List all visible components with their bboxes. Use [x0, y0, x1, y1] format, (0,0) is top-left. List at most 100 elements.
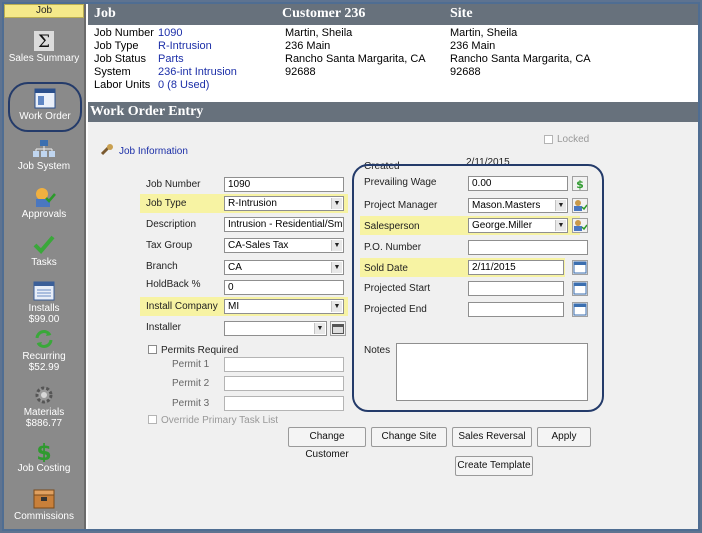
- sidebar-item-job-system[interactable]: Job System: [4, 134, 84, 182]
- sales-reversal-button[interactable]: Sales Reversal: [452, 427, 532, 447]
- field-key: Labor Units: [94, 79, 151, 91]
- chevron-down-icon[interactable]: ▼: [331, 198, 342, 209]
- sidebar-item-materials[interactable]: Materials $886.77: [4, 380, 84, 429]
- tax-group-label: Tax Group: [146, 240, 193, 251]
- site-address: Martin, Sheila 236 Main Rancho Santa Mar…: [450, 27, 591, 79]
- installs-icon: [33, 281, 55, 301]
- job-type-select[interactable]: R-Intrusion ▼: [224, 196, 344, 211]
- installer-label: Installer: [146, 322, 182, 333]
- sidebar-item-tasks[interactable]: Tasks: [4, 230, 84, 278]
- sidebar-item-label: Approvals: [21, 209, 67, 220]
- create-template-button[interactable]: Create Template: [455, 456, 533, 476]
- job-number-field[interactable]: 1090: [224, 177, 344, 192]
- field-key: Job Type: [94, 40, 139, 52]
- sidebar-item-installs[interactable]: Installs $99.00: [4, 276, 84, 325]
- customer-city: Rancho Santa Margarita, CA: [285, 53, 426, 65]
- work-order-icon: [34, 88, 56, 109]
- field-key: Job Number: [94, 27, 154, 39]
- sidebar-item-label: Work Order: [19, 111, 71, 122]
- sidebar-item-label: Commissions: [13, 511, 74, 522]
- site-section-title: Site: [450, 6, 473, 21]
- window-frame: Job Σ Sales Summary Work Order Job Syste…: [2, 2, 700, 531]
- customer-street: 236 Main: [285, 40, 331, 52]
- holdback-label: HoldBack %: [146, 279, 201, 290]
- system-row: System 236-int Intrusion: [94, 66, 237, 79]
- select-value: CA-Sales Tax: [228, 240, 289, 251]
- permit-3-label: Permit 3: [172, 398, 210, 409]
- locked-checkbox[interactable]: [544, 135, 553, 144]
- work-order-title: Work Order Entry: [88, 102, 698, 122]
- sidebar-item-label: Recurring: [22, 351, 66, 362]
- field-key: Job Status: [94, 53, 146, 65]
- sidebar-item-sales-summary[interactable]: Σ Sales Summary: [4, 26, 84, 74]
- sidebar-item-label: Tasks: [31, 257, 57, 268]
- sidebar: Job Σ Sales Summary Work Order Job Syste…: [4, 4, 86, 529]
- field-value: 0 (8 Used): [158, 79, 210, 91]
- chevron-down-icon[interactable]: ▼: [331, 262, 342, 273]
- permits-required-label: Permits Required: [161, 345, 239, 356]
- sidebar-item-label: Job System: [17, 161, 71, 172]
- permit-1-field[interactable]: [224, 357, 344, 372]
- job-number-row: Job Number 1090: [94, 27, 182, 40]
- sidebar-item-label: Sales Summary: [8, 53, 80, 64]
- job-status-row: Job Status Parts: [94, 53, 184, 66]
- apply-button[interactable]: Apply: [537, 427, 591, 447]
- override-checkbox[interactable]: [148, 415, 157, 424]
- chevron-down-icon[interactable]: ▼: [331, 240, 342, 251]
- job-information-link[interactable]: Job Information: [119, 146, 188, 157]
- permit-2-field[interactable]: [224, 376, 344, 391]
- permits-required-checkbox[interactable]: [148, 345, 157, 354]
- job-header: Job Customer 236 Site Job Number 1090 Job…: [88, 4, 698, 94]
- install-company-label: Install Company: [146, 301, 218, 312]
- dollar-icon: $: [36, 441, 51, 462]
- gear-icon: [35, 386, 53, 404]
- field-key: System: [94, 66, 131, 78]
- field-value: 1090: [158, 27, 183, 39]
- override-label: Override Primary Task List: [161, 415, 279, 426]
- sigma-icon: Σ: [34, 31, 54, 52]
- job-system-icon: [33, 140, 55, 157]
- field-value: R-Intrusion: [158, 40, 212, 52]
- sidebar-item-commissions[interactable]: Commissions: [4, 484, 84, 529]
- work-order-panel: Locked Job Information Created 2/11/2015…: [88, 122, 698, 529]
- description-field[interactable]: Intrusion - Residential/Small Co: [224, 217, 344, 232]
- svg-text:Σ: Σ: [38, 32, 50, 52]
- select-value: MI: [228, 301, 240, 312]
- labor-units-row: Labor Units 0 (8 Used): [94, 79, 209, 92]
- select-value: R-Intrusion: [228, 198, 277, 209]
- job-number-label: Job Number: [146, 179, 201, 190]
- branch-select[interactable]: CA ▼: [224, 260, 344, 275]
- checkmark-icon: [33, 235, 55, 254]
- customer-section-title: Customer 236: [282, 6, 366, 21]
- calendar-icon: [332, 324, 344, 334]
- change-customer-button[interactable]: Change Customer: [288, 427, 366, 460]
- site-zip: 92688: [450, 66, 481, 78]
- site-name: Martin, Sheila: [450, 27, 518, 39]
- tax-group-select[interactable]: CA-Sales Tax ▼: [224, 238, 344, 253]
- permit-2-label: Permit 2: [172, 378, 210, 389]
- sidebar-title: Job: [4, 4, 84, 18]
- sidebar-item-amount: $52.99: [28, 362, 60, 373]
- description-label: Description: [146, 219, 197, 230]
- sidebar-item-approvals[interactable]: Approvals: [4, 182, 84, 230]
- sidebar-item-job-costing[interactable]: $ Job Costing: [4, 436, 84, 484]
- chevron-down-icon[interactable]: ▼: [314, 323, 325, 334]
- sidebar-item-label: Job Costing: [17, 463, 71, 474]
- install-company-select[interactable]: MI ▼: [224, 299, 344, 314]
- approvals-icon: [36, 188, 56, 207]
- customer-address: Martin, Sheila 236 Main Rancho Santa Mar…: [285, 27, 426, 79]
- change-site-button[interactable]: Change Site: [371, 427, 447, 447]
- site-city: Rancho Santa Margarita, CA: [450, 53, 591, 65]
- permit-3-field[interactable]: [224, 396, 344, 411]
- locked-label: Locked: [557, 134, 590, 145]
- sidebar-item-work-order[interactable]: Work Order: [8, 82, 82, 132]
- holdback-field[interactable]: 0: [224, 280, 344, 295]
- sidebar-item-label: Installs: [28, 303, 60, 314]
- sidebar-item-recurring[interactable]: Recurring $52.99: [4, 324, 84, 373]
- commissions-icon: [33, 489, 55, 509]
- installer-schedule-button[interactable]: [330, 321, 346, 336]
- field-value: 236-int Intrusion: [158, 66, 237, 78]
- installer-select[interactable]: ▼: [224, 321, 327, 336]
- permit-1-label: Permit 1: [172, 359, 210, 370]
- chevron-down-icon[interactable]: ▼: [331, 301, 342, 312]
